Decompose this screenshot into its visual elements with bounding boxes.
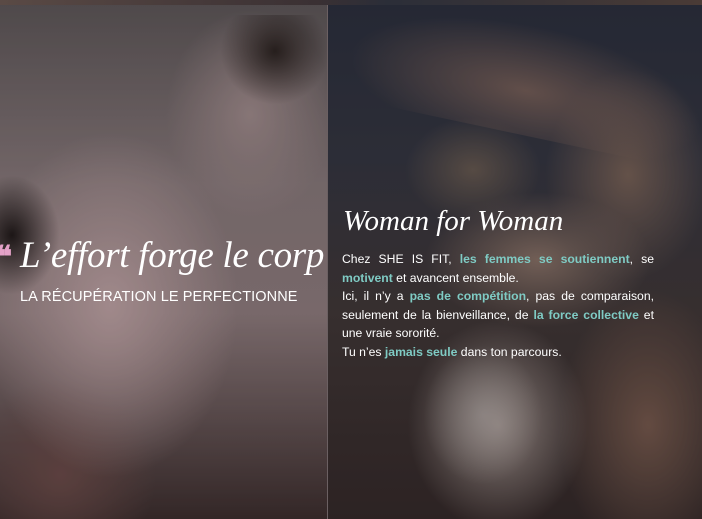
highlight: jamais seule [384,344,458,359]
text: Chez SHE IS FIT, [342,252,460,266]
section-title: Woman for Woman [343,205,564,237]
paragraph-1: Chez SHE IS FIT, les femmes se soutienne… [342,250,654,287]
quote-icon: ❝ [0,240,13,275]
text: Ici, il n’y a [342,289,410,304]
paragraph-2: Ici, il n’y a pas de compétition, pas de… [342,287,654,343]
highlight: les femmes se soutiennent [459,252,630,266]
hero-subheadline: LA RÉCUPÉRATION LE PERFECTIONNE [20,289,298,305]
hero-headline: L’effort forge le corp [20,235,325,276]
section-body: Chez SHE IS FIT, les femmes se soutienne… [342,250,654,362]
paragraph-3: Tu n’es jamais seule dans ton parcours. [342,343,654,362]
text: dans ton parcours. [457,344,562,359]
text: , se [629,252,654,266]
highlight: la force collective [533,307,639,322]
highlight: pas de compétition [409,289,527,304]
highlight: motivent [342,270,393,285]
text: et avancent ensemble. [392,270,519,285]
text: Tu n’es [342,344,385,359]
